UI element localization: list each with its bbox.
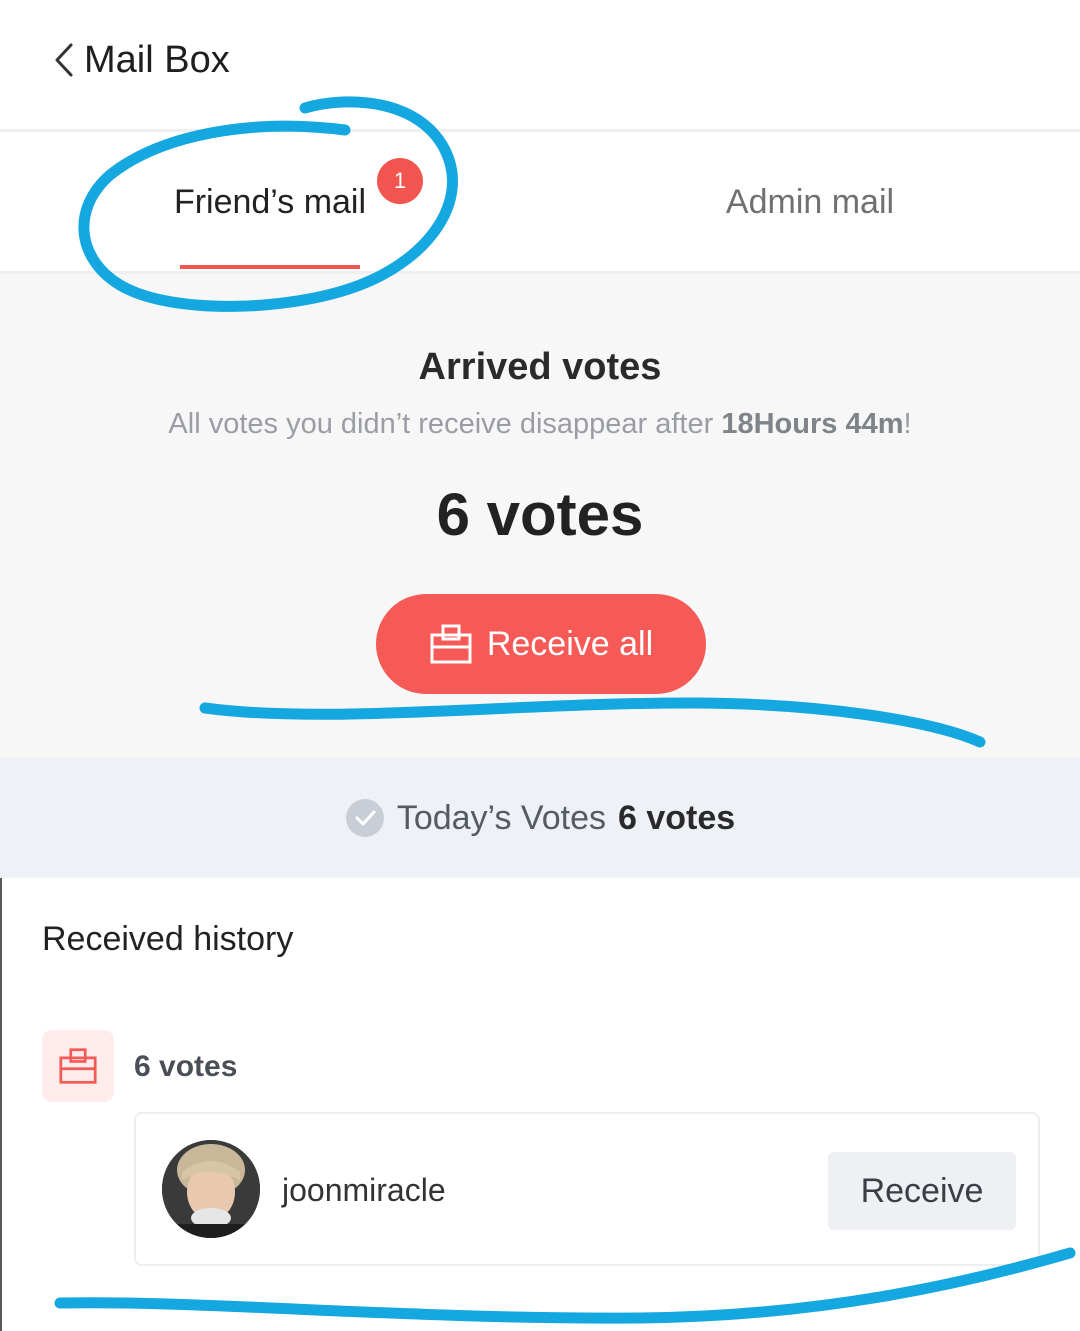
chevron-left-icon <box>55 43 73 77</box>
tab-admin-mail[interactable]: Admin mail <box>700 132 920 272</box>
arrived-votes-title: Arrived votes <box>418 346 662 388</box>
expiry-notice-suffix: ! <box>903 408 912 440</box>
expiry-notice: All votes you didn’t receive disappear a… <box>0 408 1080 441</box>
history-vote-count: 6 votes <box>134 1050 238 1083</box>
arrived-votes-count: 6 votes <box>436 481 644 548</box>
ballot-box-icon <box>42 1030 114 1102</box>
received-history-title: Received history <box>42 920 294 958</box>
ballot-box-icon <box>429 623 473 665</box>
todays-votes-value: 6 votes <box>618 798 736 837</box>
avatar <box>162 1140 260 1238</box>
page-title: Mail Box <box>84 39 230 81</box>
tab-friends-mail-label: Friend’s mail <box>173 183 367 221</box>
expiry-time: 18Hours 44m <box>721 408 904 440</box>
mail-tabs: Friend’s mail 1 Admin mail <box>0 132 1080 272</box>
receive-button[interactable]: Receive <box>828 1152 1016 1230</box>
todays-votes-label: Today’s Votes <box>396 798 606 837</box>
active-tab-indicator <box>180 265 360 269</box>
sender-username: joonmiracle <box>282 1172 446 1208</box>
arrived-votes-section: Arrived votes All votes you didn’t recei… <box>0 274 1080 758</box>
check-circle-icon <box>345 798 385 838</box>
receive-all-button[interactable]: Receive all <box>376 594 706 694</box>
unread-badge: 1 <box>377 158 423 204</box>
back-button[interactable] <box>44 38 84 82</box>
receive-all-label: Receive all <box>486 624 654 663</box>
tab-friends-mail[interactable]: Friend’s mail <box>160 132 380 272</box>
tab-admin-mail-label: Admin mail <box>725 183 895 221</box>
list-item: joonmiracle Receive <box>134 1112 1040 1266</box>
expiry-notice-text: All votes you didn’t receive disappear a… <box>168 408 722 440</box>
todays-votes-bar: Today’s Votes 6 votes <box>0 758 1080 878</box>
app-header: Mail Box <box>0 0 1080 130</box>
